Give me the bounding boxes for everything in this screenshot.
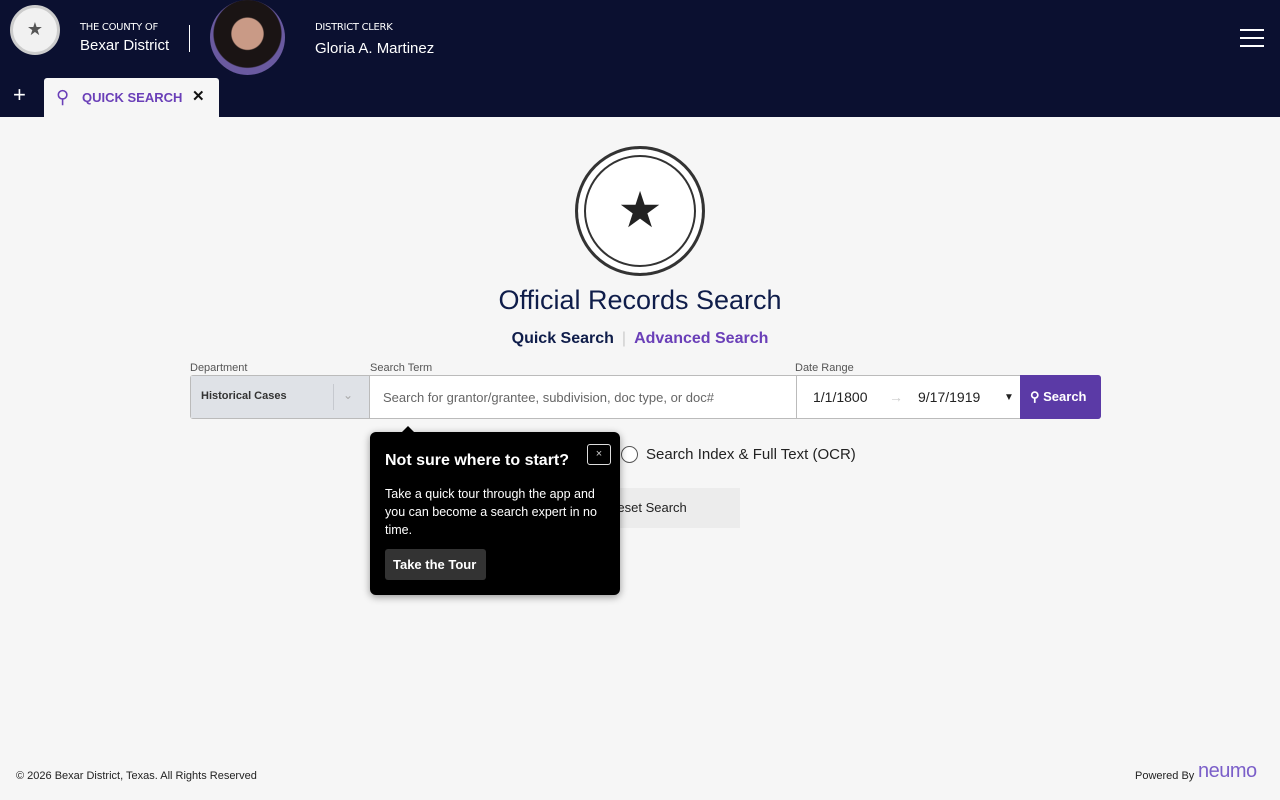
close-tab-icon[interactable]: ✕	[192, 87, 205, 105]
neumo-logo[interactable]: neumo	[1198, 760, 1257, 783]
date-from[interactable]: 1/1/1800	[813, 389, 868, 405]
search-term-label: Search Term	[370, 362, 433, 374]
hamburger-menu-icon[interactable]	[1240, 29, 1264, 48]
quick-search-link[interactable]: Quick Search	[512, 330, 614, 347]
advanced-search-link[interactable]: Advanced Search	[634, 330, 768, 347]
county-name: Bexar District	[80, 37, 170, 54]
copyright: © 2026 Bexar District, Texas. All Rights…	[16, 770, 257, 782]
tab-label: QUICK SEARCH	[82, 90, 183, 105]
ocr-radio[interactable]	[621, 446, 638, 463]
add-tab-button[interactable]: +	[13, 84, 26, 106]
popover-title: Not sure where to start?	[385, 452, 570, 469]
divider	[189, 25, 190, 52]
search-input[interactable]	[371, 376, 796, 418]
powered-by: Powered By	[1135, 770, 1195, 782]
close-icon[interactable]: ×	[587, 444, 611, 465]
department-select[interactable]: Historical Cases ⌄	[191, 376, 370, 418]
search-bar: Historical Cases ⌄ 1/1/1800 → 9/17/1919 …	[190, 375, 1101, 419]
search-icon: ⚲	[56, 87, 70, 107]
search-button[interactable]: ⚲ Search	[1020, 375, 1101, 419]
page-title: Official Records Search	[498, 285, 782, 315]
search-icon: ⚲	[1030, 389, 1044, 404]
state-seal-logo: ★	[575, 146, 705, 276]
take-tour-button[interactable]: Take the Tour	[385, 549, 486, 580]
caret-down-icon[interactable]: ▼	[1004, 392, 1014, 403]
date-to[interactable]: 9/17/1919	[918, 389, 980, 405]
tab-quick-search[interactable]: ⚲ QUICK SEARCH ✕	[44, 78, 219, 117]
search-button-label: Search	[1043, 389, 1087, 404]
department-value: Historical Cases	[201, 390, 287, 402]
popover-body: Take a quick tour through the app and yo…	[385, 487, 597, 537]
chevron-down-icon: ⌄	[343, 388, 354, 402]
clerk-title: DISTRICT CLERK	[315, 22, 393, 33]
ocr-radio-label[interactable]: Search Index & Full Text (OCR)	[646, 446, 856, 463]
search-mode-nav: Quick Search | Advanced Search	[511, 330, 769, 347]
date-range-picker[interactable]: 1/1/1800 → 9/17/1919 ▼	[796, 376, 1020, 418]
tour-popover: Not sure where to start? × Take a quick …	[370, 426, 620, 595]
department-label: Department	[190, 362, 248, 374]
clerk-avatar	[210, 0, 285, 75]
county-label: THE COUNTY OF	[80, 22, 158, 33]
date-range-label: Date Range	[795, 362, 854, 374]
county-seal-logo[interactable]	[10, 5, 60, 55]
clerk-name: Gloria A. Martinez	[315, 40, 435, 57]
header: THE COUNTY OF Bexar District DISTRICT CL…	[0, 0, 1280, 117]
arrow-right-icon: →	[889, 389, 903, 405]
